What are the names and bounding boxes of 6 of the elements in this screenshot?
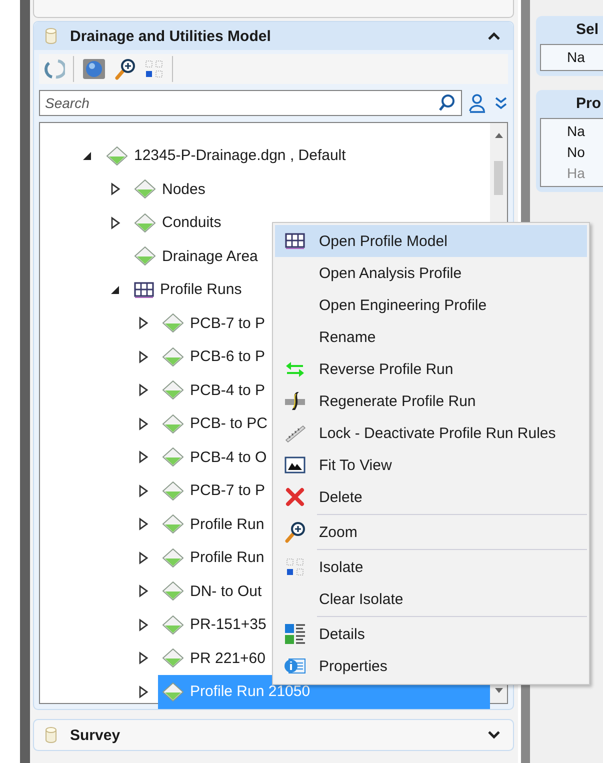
property-name: Na — [567, 122, 586, 141]
property-name: Na — [567, 48, 586, 67]
property-name: Ha — [567, 164, 586, 183]
property-name: No — [567, 143, 586, 162]
panel-title: Drainage and Utilities Model — [70, 28, 272, 44]
panel-title: Survey — [70, 726, 122, 744]
